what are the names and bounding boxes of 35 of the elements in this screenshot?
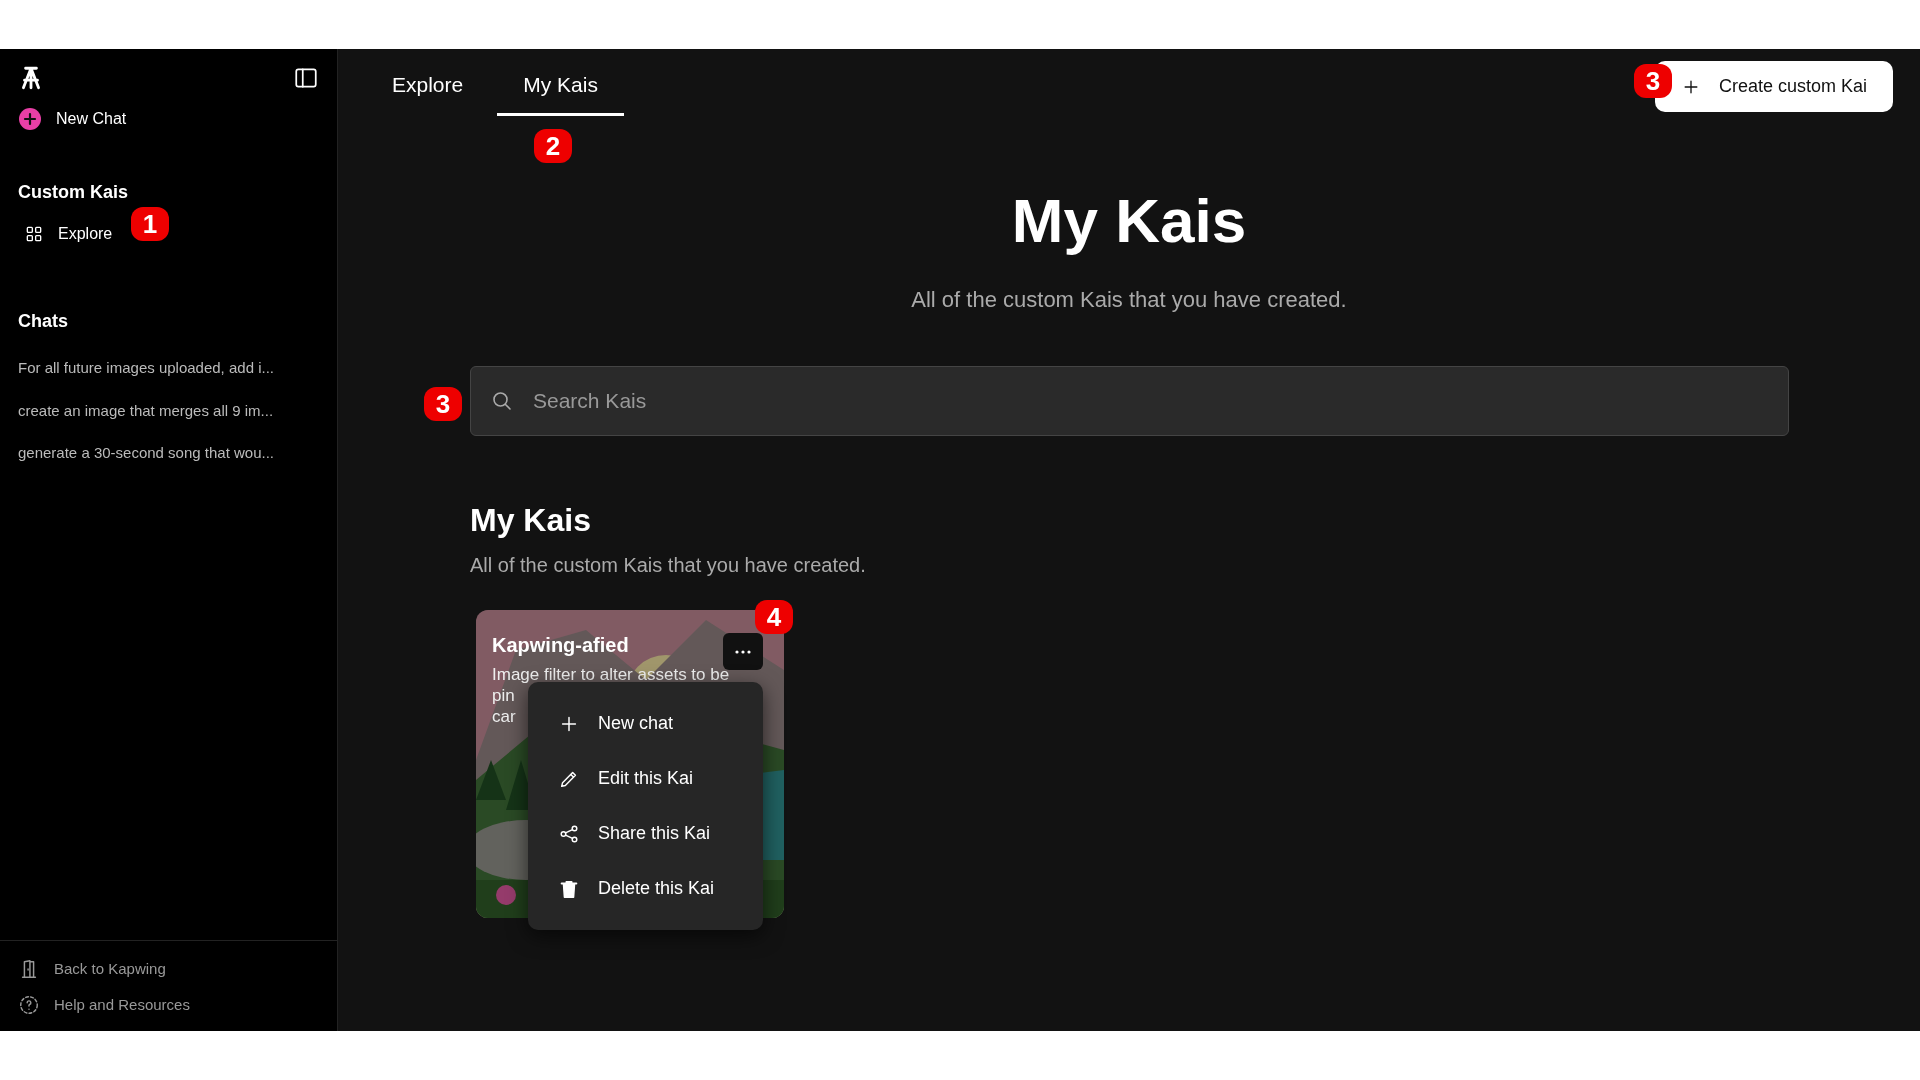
sidebar-toggle-icon[interactable]: [293, 65, 319, 91]
tab[interactable]: Explore: [366, 53, 490, 116]
chat-item[interactable]: generate a 30-second song that wou...: [18, 442, 319, 465]
menu-item[interactable]: Edit this Kai: [528, 751, 763, 806]
menu-item[interactable]: New chat: [528, 696, 763, 751]
help-icon: [18, 994, 40, 1016]
search-field[interactable]: Search Kais: [470, 365, 1789, 436]
step-badge: 3: [1634, 64, 1672, 98]
card-description: pin: [492, 684, 515, 706]
section-heading: Chats: [18, 310, 69, 333]
section-subtitle: All of the custom Kais that you have created.: [470, 552, 867, 578]
grid-icon: [24, 224, 44, 244]
section-heading: Custom Kais: [18, 181, 130, 204]
plus-icon: [18, 107, 42, 131]
new-chat-button[interactable]: New Chat: [18, 107, 319, 131]
step-badge: 1: [131, 207, 169, 241]
step-badge: 3: [424, 387, 462, 421]
page-title: My Kais: [1010, 184, 1248, 257]
sidebar-link[interactable]: Back to Kapwing: [18, 951, 166, 987]
card-description: car: [492, 706, 516, 728]
card-title: Kapwing-afied: [492, 632, 629, 658]
menu-item[interactable]: Delete this Kai: [528, 861, 763, 916]
menu-item[interactable]: Share this Kai: [528, 806, 763, 861]
card-description: Image filter to alter assets to be: [492, 663, 730, 685]
section-title: My Kais: [470, 500, 592, 540]
more-icon: [735, 650, 751, 655]
page-subtitle: All of the custom Kais that you have created.: [910, 285, 1348, 314]
step-badge: 4: [755, 600, 793, 634]
step-badge: 2: [534, 129, 572, 163]
tab[interactable]: My Kais: [497, 53, 624, 116]
share-icon: [558, 822, 580, 845]
more-button[interactable]: [723, 632, 763, 670]
chat-item[interactable]: For all future images uploaded, add i...: [18, 357, 319, 380]
sidebar-link[interactable]: Help and Resources: [18, 987, 190, 1023]
chat-item[interactable]: create an image that merges all 9 im...: [18, 399, 319, 422]
